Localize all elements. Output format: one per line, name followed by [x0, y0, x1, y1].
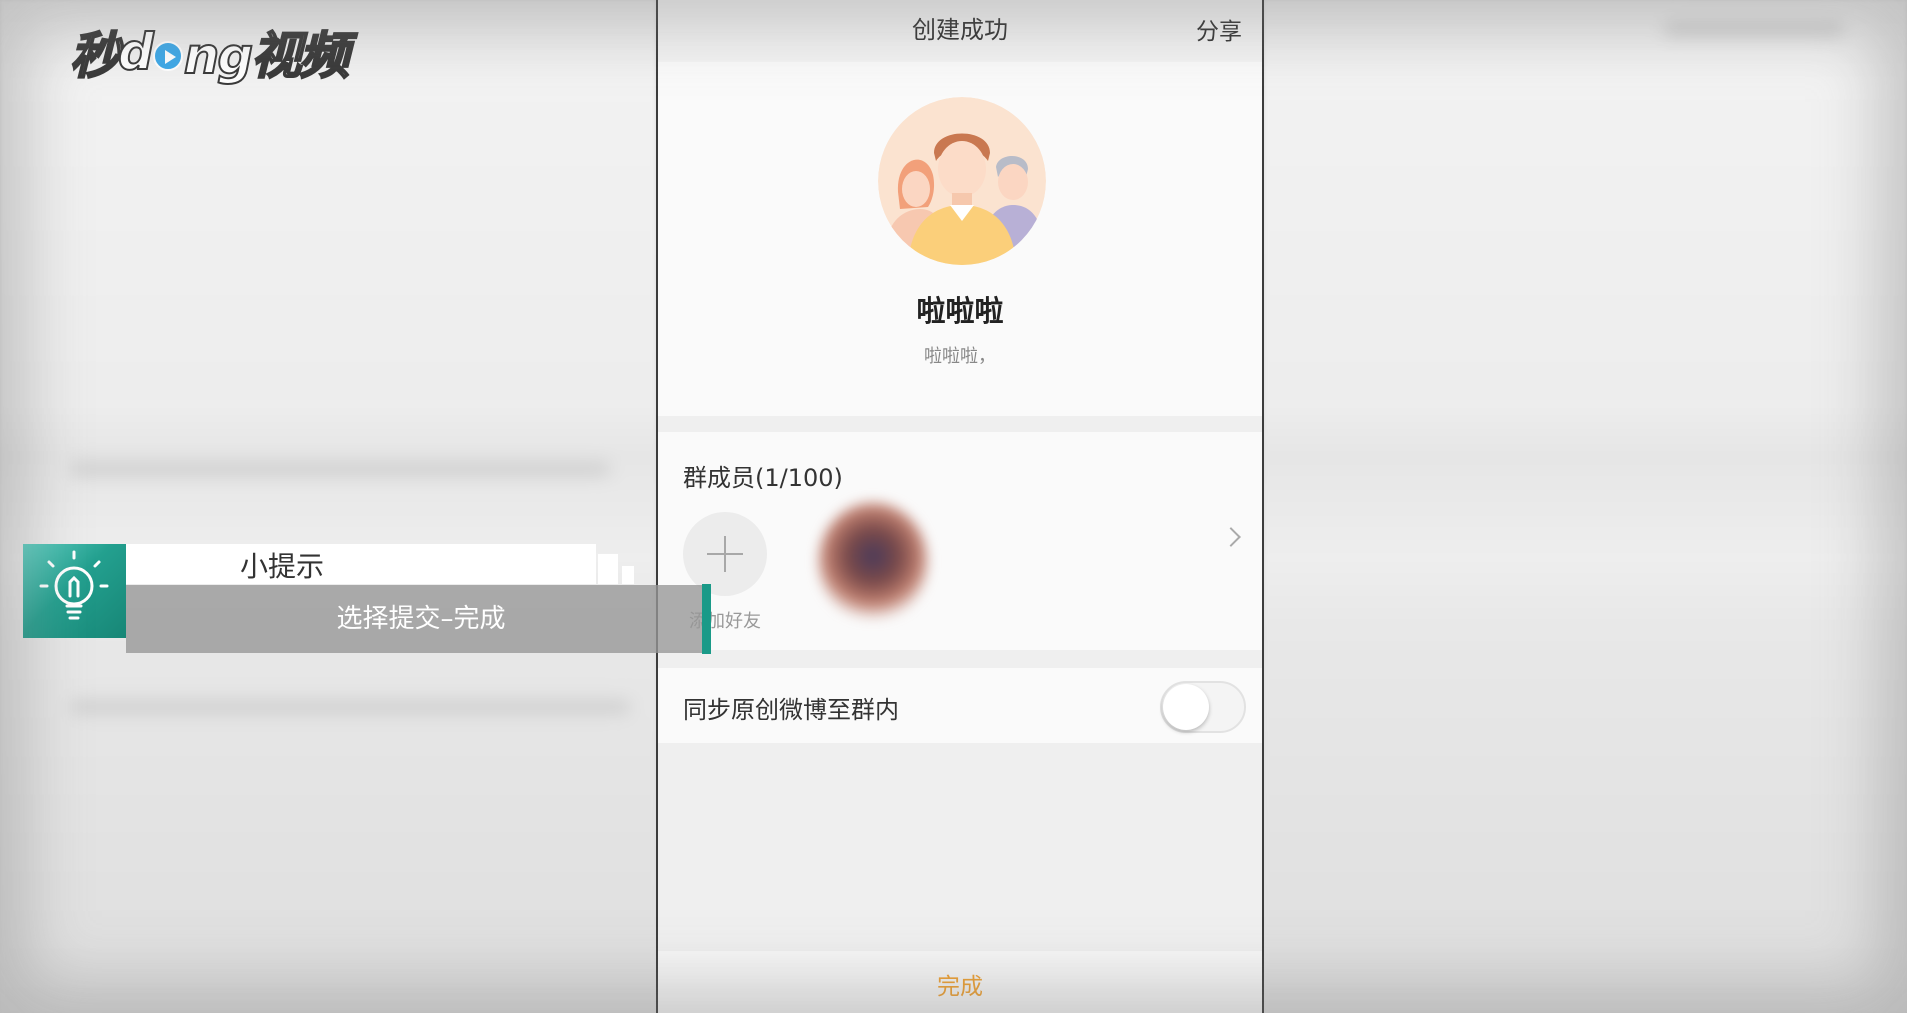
- blurred-background-right: [1264, 0, 1907, 1013]
- tip-title: 小提示: [240, 550, 325, 583]
- group-profile: 啦啦啦 啦啦啦，: [658, 62, 1262, 416]
- blurred-text-line: [70, 700, 630, 714]
- group-people-icon: [878, 97, 1046, 265]
- chevron-right-icon[interactable]: [1221, 527, 1241, 547]
- group-members-section[interactable]: 群成员(1/100) 添加好友: [658, 432, 1262, 650]
- blurred-background-left: [0, 0, 656, 1013]
- bottom-bar: 完成: [658, 951, 1262, 1013]
- play-icon: [152, 41, 183, 71]
- sync-weibo-label: 同步原创微博至群内: [683, 696, 899, 724]
- member-avatar[interactable]: [818, 502, 928, 622]
- video-logo: 秒 d ng视频: [69, 22, 350, 86]
- group-description: 啦啦啦，: [924, 346, 996, 367]
- add-friend-button[interactable]: [683, 512, 767, 596]
- top-bar: 创建成功 分享: [658, 0, 1262, 62]
- tip-text: 选择提交–完成: [336, 604, 506, 634]
- group-avatar[interactable]: [878, 97, 1046, 265]
- lightbulb-icon: [39, 550, 109, 620]
- sync-weibo-toggle[interactable]: [1160, 681, 1246, 733]
- sync-weibo-row: 同步原创微博至群内: [658, 668, 1262, 743]
- blurred-text-line: [1664, 22, 1844, 36]
- phone-screen: 创建成功 分享 啦啦啦 啦啦啦， 群成员(1/100) 添加好友 同步原创微博至…: [656, 0, 1264, 1013]
- group-name: 啦啦啦: [916, 294, 1004, 328]
- toggle-knob: [1163, 684, 1209, 730]
- page-title: 创建成功: [912, 16, 1008, 44]
- share-button[interactable]: 分享: [1196, 12, 1242, 46]
- tip-title-bar: [126, 544, 596, 584]
- members-count-label: 群成员(1/100): [683, 464, 843, 492]
- blurred-text-line: [70, 462, 610, 476]
- done-button[interactable]: 完成: [658, 967, 1262, 1001]
- tip-lightbulb-icon: [23, 544, 126, 638]
